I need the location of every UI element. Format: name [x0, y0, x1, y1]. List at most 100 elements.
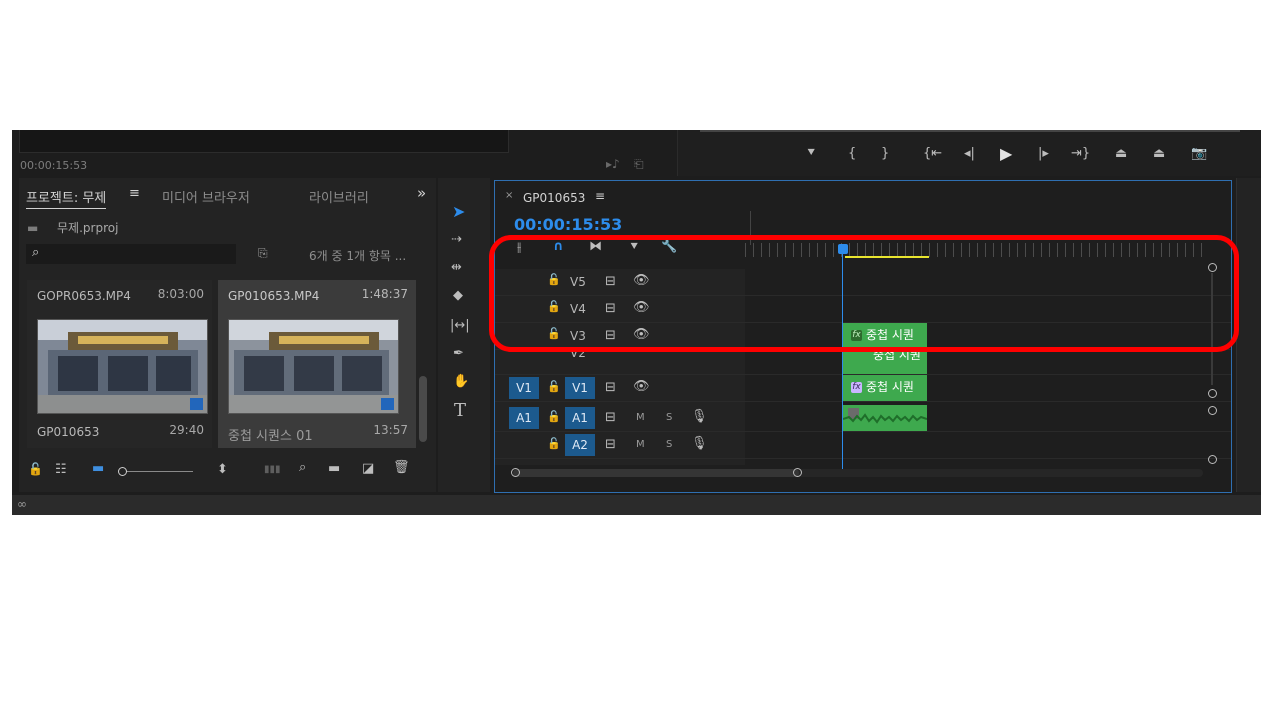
track-target-a2[interactable]: A2 [565, 434, 595, 456]
audio-scroll-handle[interactable] [1208, 406, 1217, 415]
microphone-icon[interactable]: 🎙 [691, 409, 708, 424]
solo-button[interactable]: S [666, 412, 672, 423]
project-scrollbar[interactable] [419, 376, 427, 442]
zoom-slider[interactable] [118, 467, 193, 476]
insert-icon[interactable]: ▸♪ [606, 157, 620, 171]
source-patch-a1[interactable]: A1 [509, 407, 539, 429]
solo-button[interactable]: S [666, 439, 672, 450]
item-duration: 29:40 [169, 423, 204, 437]
audio-scroll-handle[interactable] [1208, 455, 1217, 464]
tools-panel: ➤ ⇢ ⇹ ◆ |↔| ✒ ✋ T [438, 178, 490, 492]
sequence-tab[interactable]: GP010653 [523, 191, 585, 205]
item-name: GP010653 [37, 425, 100, 439]
eye-icon[interactable]: 👁 [633, 379, 650, 394]
status-bar: ∞ [12, 495, 1261, 515]
add-marker-icon[interactable]: ⯆ [806, 146, 816, 161]
item-name: GOPR0653.MP4 [37, 289, 131, 303]
item-thumbnail [37, 319, 208, 414]
timeline-timecode[interactable]: 00:00:15:53 [514, 215, 622, 234]
overwrite-icon[interactable]: ⎗ [634, 157, 644, 172]
source-monitor-frame [19, 130, 509, 153]
go-to-out-icon[interactable]: ⇥} [1071, 146, 1090, 161]
ripple-edit-tool-icon[interactable]: ⇹ [451, 260, 462, 275]
trash-icon[interactable]: 🗑 [393, 460, 410, 475]
timeline-menu-icon[interactable]: ≡ [595, 189, 605, 203]
tab-project[interactable]: 프로젝트: 무제 [26, 187, 107, 209]
lock-icon[interactable]: 🔓 [28, 462, 43, 476]
fx-badge: fx [851, 382, 862, 393]
new-bin-icon[interactable]: ▬ [328, 461, 340, 476]
slip-tool-icon[interactable]: |↔| [450, 318, 470, 333]
project-panel: 프로젝트: 무제 ≡ 미디어 브라우저 라이브러리 » ▬ 무제.prproj … [19, 178, 436, 492]
pen-tool-icon[interactable]: ✒ [453, 346, 464, 361]
list-view-icon[interactable]: ☷ [55, 462, 67, 477]
annotation-highlight-rectangle [489, 235, 1239, 352]
extract-icon[interactable]: ⏏ [1153, 146, 1165, 161]
sync-lock-icon[interactable]: ⊟ [605, 380, 616, 395]
track-target-a1[interactable]: A1 [565, 407, 595, 429]
close-sequence-icon[interactable]: × [505, 190, 513, 201]
zoom-bar-thumb[interactable] [513, 469, 799, 477]
clip-a1[interactable] [843, 405, 927, 431]
zoom-slider-handle[interactable] [118, 467, 127, 476]
item-count: 6개 중 1개 항목 ... [309, 249, 407, 263]
audio-waveform [843, 405, 927, 431]
razor-tool-icon[interactable]: ◆ [453, 288, 463, 303]
selection-tool-icon[interactable]: ➤ [452, 202, 465, 221]
tab-media-browser[interactable]: 미디어 브라우저 [162, 187, 250, 206]
audio-meter-panel [1236, 178, 1261, 492]
automate-icon[interactable]: ▮▮▮ [264, 464, 281, 475]
mark-in-icon[interactable]: { [848, 146, 856, 161]
mute-button[interactable]: M [636, 439, 645, 450]
step-forward-icon[interactable]: |▸ [1038, 146, 1049, 161]
export-frame-icon[interactable]: 📷 [1191, 146, 1207, 161]
mark-out-icon[interactable]: } [881, 146, 889, 161]
item-duration: 8:03:00 [157, 287, 204, 301]
program-scrub-line [700, 130, 1240, 132]
panel-menu-icon[interactable]: ≡ [129, 186, 140, 201]
lift-icon[interactable]: ⏏ [1115, 146, 1127, 161]
search-input[interactable]: ⌕ [26, 244, 236, 264]
project-file-name: 무제.prproj [57, 221, 119, 235]
clip-v1[interactable]: fx 중첩 시퀀 [843, 375, 927, 401]
item-name: GP010653.MP4 [228, 289, 320, 303]
sync-lock-icon[interactable]: ⊟ [605, 437, 616, 452]
list-item[interactable]: GP010653.MP4 1:48:37 중첩 시퀀스 01 13:57 [218, 280, 416, 448]
sort-icon[interactable]: ⬍ [217, 462, 228, 477]
lock-icon[interactable]: 🔓 [547, 437, 561, 450]
lock-icon[interactable]: 🔓 [547, 380, 561, 393]
lock-icon[interactable]: 🔓 [547, 410, 561, 423]
play-icon[interactable]: ▶ [1000, 144, 1012, 163]
list-item[interactable]: GOPR0653.MP4 8:03:00 GP010653 29:40 [27, 280, 212, 448]
track-select-tool-icon[interactable]: ⇢ [451, 232, 462, 247]
icon-view-icon[interactable]: ▬ [92, 461, 104, 476]
track-target-v1[interactable]: V1 [565, 377, 595, 399]
find-bin-icon[interactable]: ⎘ [258, 246, 268, 261]
item-name: 중첩 시퀀스 01 [228, 429, 313, 444]
zoom-handle-left[interactable] [511, 468, 520, 477]
zoom-handle-right[interactable] [793, 468, 802, 477]
track-a2: 🔓 A2 ⊟ M S 🎙 [495, 432, 1231, 459]
clip-v2[interactable]: 중첩 시퀀 [843, 350, 927, 374]
panel-overflow-icon[interactable]: » [417, 184, 426, 202]
step-back-icon[interactable]: ◂| [964, 146, 975, 161]
type-tool-icon[interactable]: T [454, 400, 466, 421]
source-timecode: 00:00:15:53 [20, 159, 88, 172]
horizontal-zoom-bar[interactable] [511, 468, 1203, 477]
go-to-in-icon[interactable]: {⇤ [923, 146, 942, 161]
new-item-icon[interactable]: ◪ [362, 461, 374, 476]
sync-lock-icon[interactable]: ⊟ [605, 410, 616, 425]
item-duration: 1:48:37 [361, 287, 408, 301]
source-patch-v1[interactable]: V1 [509, 377, 539, 399]
hand-tool-icon[interactable]: ✋ [453, 374, 469, 389]
video-scroll-handle[interactable] [1208, 389, 1217, 398]
folder-icon: ▬ [27, 221, 39, 235]
tab-library[interactable]: 라이브러리 [309, 187, 369, 206]
find-icon[interactable]: ⌕ [299, 460, 306, 475]
microphone-icon[interactable]: 🎙 [691, 436, 708, 451]
creative-cloud-icon[interactable]: ∞ [17, 497, 27, 511]
search-icon: ⌕ [32, 245, 40, 260]
mute-button[interactable]: M [636, 412, 645, 423]
item-duration: 13:57 [373, 423, 408, 437]
item-thumbnail [228, 319, 399, 414]
